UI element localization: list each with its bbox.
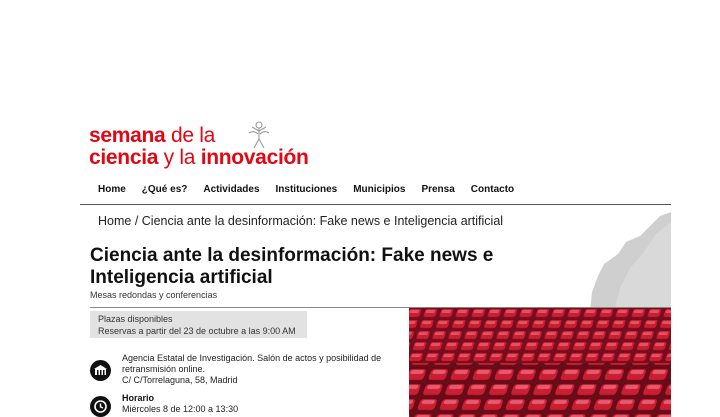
logo-figure-icon	[248, 121, 270, 149]
nav-item-home[interactable]: Home	[90, 178, 134, 202]
breadcrumb-separator: /	[131, 214, 142, 228]
location-venue: Agencia Estatal de Investigación. Salón …	[122, 353, 382, 374]
nav-item-municipios[interactable]: Municipios	[345, 178, 413, 202]
location-address: C/ C/Torrelaguna, 58, Madrid	[122, 375, 238, 385]
logo-word-de-la: de la	[165, 124, 215, 147]
nav-item-actividades[interactable]: Actividades	[195, 178, 267, 202]
logo-word-y-la: y la	[158, 146, 201, 169]
availability-box: Plazas disponibles Reservas a partir del…	[90, 311, 307, 338]
availability-status: Plazas disponibles	[98, 314, 173, 324]
nav-item-contacto[interactable]: Contacto	[463, 178, 522, 202]
reservation-info: Reservas a partir del 23 de octubre a la…	[98, 326, 296, 336]
event-image	[409, 308, 671, 417]
nav-divider	[80, 204, 671, 205]
breadcrumb-current: Ciencia ante la desinformación: Fake new…	[141, 214, 504, 228]
schedule-value: Miércoles 8 de 12:00 a 13:30	[122, 404, 239, 414]
logo-line-1: semana de la	[89, 125, 215, 146]
clock-icon	[90, 396, 111, 417]
nav-item-prensa[interactable]: Prensa	[413, 178, 462, 202]
logo-word-semana: semana	[89, 124, 166, 147]
event-category: Mesas redondas y conferencias	[90, 290, 218, 300]
nav-item-que-es[interactable]: ¿Qué es?	[134, 178, 196, 202]
nav-item-instituciones[interactable]: Instituciones	[268, 178, 346, 202]
building-icon	[90, 360, 111, 381]
logo-word-ciencia: ciencia	[89, 146, 159, 169]
main-navigation: Home ¿Qué es? Actividades Instituciones …	[90, 178, 522, 202]
breadcrumb: Home / Ciencia ante la desinformación: F…	[98, 214, 503, 228]
schedule-label: Horario	[122, 393, 155, 403]
decorative-grey-shape	[590, 212, 671, 312]
event-location: Agencia Estatal de Investigación. Salón …	[122, 353, 402, 386]
logo-line-2: ciencia y la innovación	[89, 147, 309, 168]
breadcrumb-home-link[interactable]: Home	[98, 214, 131, 228]
event-title: Ciencia ante la desinformación: Fake new…	[90, 245, 494, 288]
site-logo[interactable]: semana de la ciencia y la innovación	[89, 121, 339, 170]
